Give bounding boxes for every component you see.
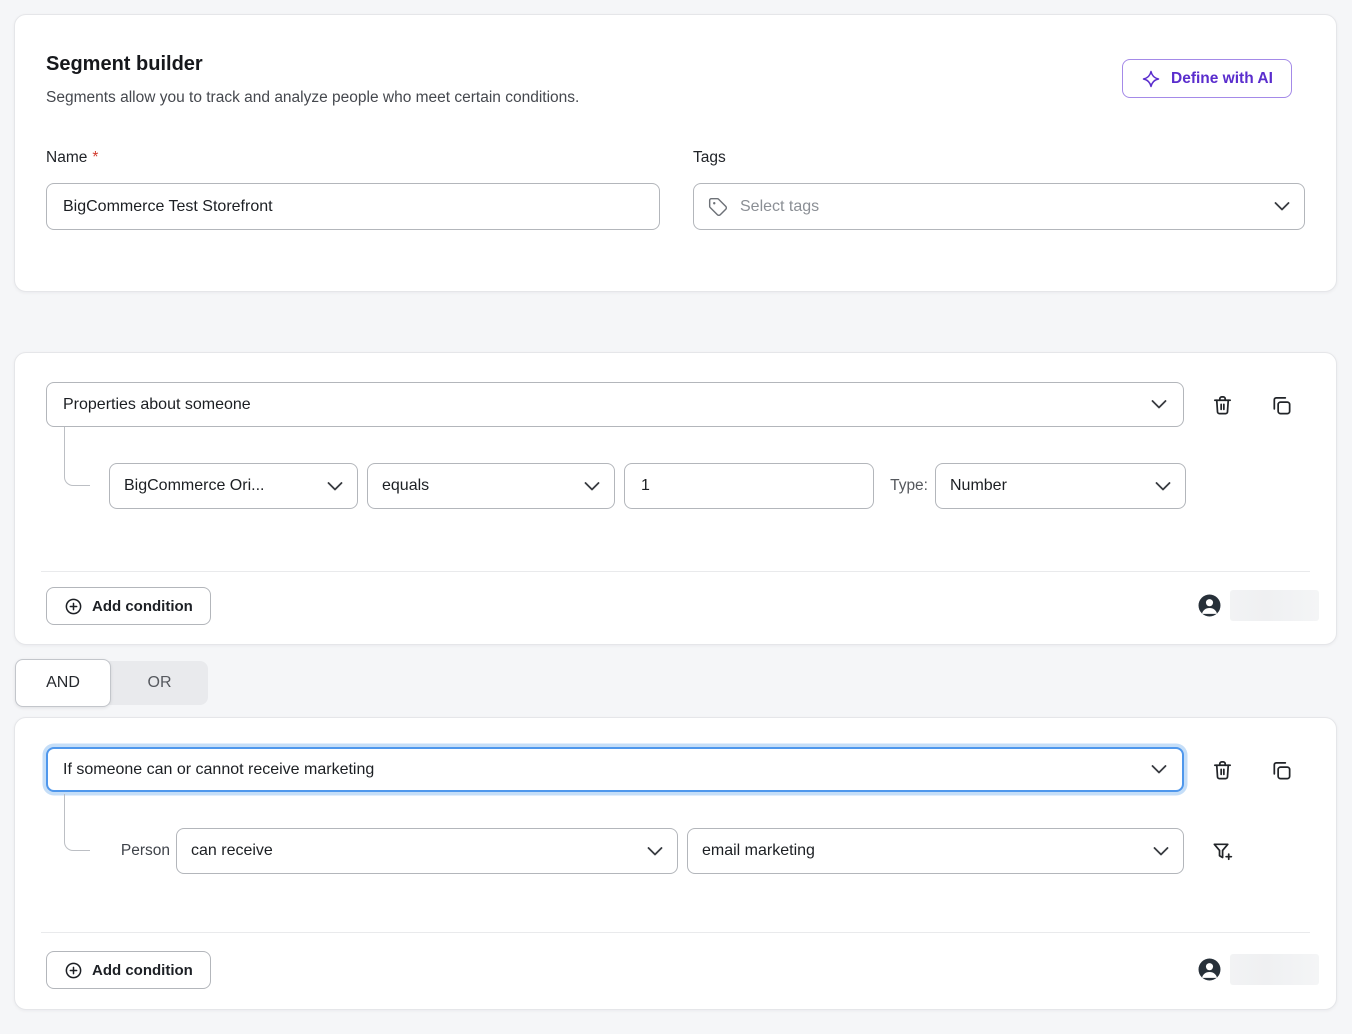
add-condition-button[interactable]: Add condition	[46, 951, 211, 989]
chevron-down-icon	[584, 482, 600, 491]
plus-circle-icon	[64, 961, 83, 980]
property-select[interactable]: BigCommerce Ori...	[109, 463, 358, 509]
redacted-user-name	[1230, 590, 1319, 621]
define-with-ai-label: Define with AI	[1171, 70, 1273, 88]
consent-operator-select[interactable]: can receive	[176, 828, 678, 874]
channel-select[interactable]: email marketing	[687, 828, 1184, 874]
define-with-ai-button[interactable]: Define with AI	[1122, 59, 1292, 98]
chevron-down-icon	[1155, 482, 1171, 491]
page-title: Segment builder	[46, 53, 203, 76]
page-subtitle: Segments allow you to track and analyze …	[46, 89, 579, 107]
delete-group-button[interactable]	[1207, 755, 1237, 785]
condition-type-select-1[interactable]: Properties about someone	[46, 382, 1184, 427]
and-toggle-button[interactable]: AND	[15, 659, 111, 707]
duplicate-group-button[interactable]	[1266, 390, 1296, 420]
tree-connector	[64, 427, 90, 486]
chevron-down-icon	[1151, 400, 1167, 409]
operator-select[interactable]: equals	[367, 463, 615, 509]
tags-select[interactable]: Select tags	[693, 183, 1305, 230]
presence-indicator	[1198, 590, 1319, 621]
add-condition-button[interactable]: Add condition	[46, 587, 211, 625]
segment-builder-card: Segment builder Segments allow you to tr…	[14, 14, 1337, 292]
name-label: Name*	[46, 149, 98, 167]
tags-label: Tags	[693, 149, 726, 167]
chevron-down-icon	[327, 482, 343, 491]
filter-add-icon	[1211, 840, 1234, 863]
divider	[41, 932, 1310, 933]
person-label: Person	[70, 828, 170, 874]
type-label: Type:	[805, 463, 928, 509]
trash-icon	[1211, 759, 1234, 782]
divider	[41, 571, 1310, 572]
group-logic-toggle: AND OR	[15, 659, 208, 707]
delete-group-button[interactable]	[1207, 390, 1237, 420]
add-filter-button[interactable]	[1207, 836, 1237, 866]
name-input[interactable]	[46, 183, 660, 230]
redacted-user-name	[1230, 954, 1319, 985]
chevron-down-icon	[1274, 202, 1290, 211]
copy-icon	[1270, 759, 1293, 782]
plus-circle-icon	[64, 597, 83, 616]
presence-indicator	[1198, 954, 1319, 985]
or-toggle-button[interactable]: OR	[111, 661, 208, 705]
chevron-down-icon	[647, 847, 663, 856]
chevron-down-icon	[1153, 847, 1169, 856]
avatar-icon	[1198, 594, 1221, 617]
chevron-down-icon	[1151, 765, 1167, 774]
copy-icon	[1270, 394, 1293, 417]
condition-group-2: If someone can or cannot receive marketi…	[14, 717, 1337, 1010]
sparkle-icon	[1141, 69, 1161, 89]
condition-type-select-2[interactable]: If someone can or cannot receive marketi…	[46, 747, 1184, 792]
avatar-icon	[1198, 958, 1221, 981]
trash-icon	[1211, 394, 1234, 417]
tags-placeholder: Select tags	[740, 198, 819, 216]
required-asterisk: *	[92, 149, 98, 166]
tag-icon	[708, 197, 728, 217]
duplicate-group-button[interactable]	[1266, 755, 1296, 785]
condition-group-1: Properties about someone BigCommerce Ori…	[14, 352, 1337, 645]
type-select[interactable]: Number	[935, 463, 1186, 509]
